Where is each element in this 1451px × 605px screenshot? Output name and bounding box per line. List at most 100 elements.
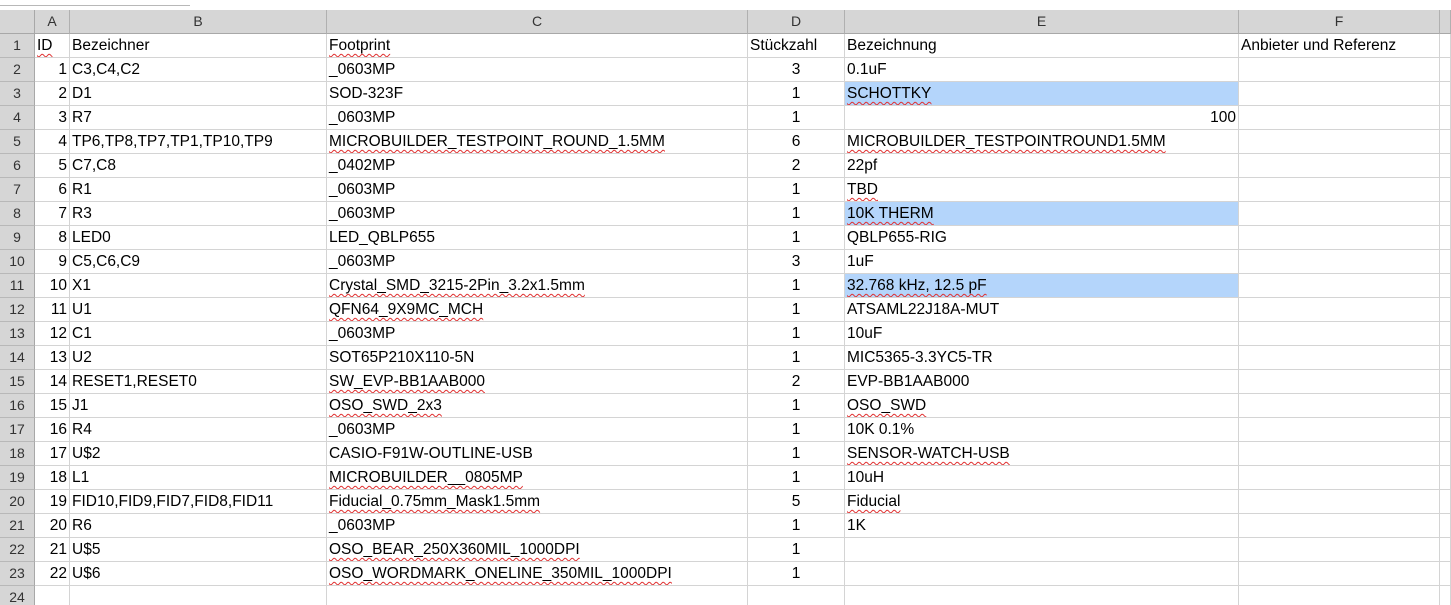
cell-e[interactable]: SCHOTTKY — [845, 82, 1239, 106]
row-header[interactable]: 14 — [0, 346, 35, 370]
cell-a[interactable]: 9 — [35, 250, 70, 274]
row-header[interactable]: 1 — [0, 34, 35, 58]
cell-e[interactable]: 1uF — [845, 250, 1239, 274]
cell-d[interactable]: 1 — [748, 202, 845, 226]
cell-g[interactable] — [1440, 130, 1451, 154]
cell-d[interactable]: 1 — [748, 346, 845, 370]
cell-g[interactable] — [1440, 418, 1451, 442]
column-header-a[interactable]: A — [35, 10, 70, 34]
cell-a[interactable]: 10 — [35, 274, 70, 298]
cell-f[interactable] — [1239, 154, 1440, 178]
cell-a[interactable]: 12 — [35, 322, 70, 346]
cell-a[interactable]: 14 — [35, 370, 70, 394]
cell-a[interactable]: 3 — [35, 106, 70, 130]
cell-a[interactable]: 2 — [35, 82, 70, 106]
cell-d[interactable] — [748, 586, 845, 605]
row-header[interactable]: 15 — [0, 370, 35, 394]
cell-g[interactable] — [1440, 490, 1451, 514]
cell-c[interactable]: LED_QBLP655 — [327, 226, 748, 250]
cell-e[interactable]: ATSAML22J18A-MUT — [845, 298, 1239, 322]
cell-d[interactable]: 3 — [748, 250, 845, 274]
cell-a[interactable]: 1 — [35, 58, 70, 82]
row-header[interactable]: 3 — [0, 82, 35, 106]
cell-d[interactable]: 1 — [748, 418, 845, 442]
row-header[interactable]: 6 — [0, 154, 35, 178]
column-header-d[interactable]: D — [748, 10, 845, 34]
cell-d[interactable]: 1 — [748, 226, 845, 250]
cell-b[interactable]: C7,C8 — [70, 154, 327, 178]
cell-g[interactable] — [1440, 274, 1451, 298]
cell-g[interactable] — [1440, 154, 1451, 178]
cell-c[interactable]: MICROBUILDER__0805MP — [327, 466, 748, 490]
cell-g[interactable] — [1440, 226, 1451, 250]
cell-c[interactable]: CASIO-F91W-OUTLINE-USB — [327, 442, 748, 466]
cell-b[interactable]: TP6,TP8,TP7,TP1,TP10,TP9 — [70, 130, 327, 154]
cell-a[interactable]: 16 — [35, 418, 70, 442]
cell-e[interactable]: 10uH — [845, 466, 1239, 490]
cell-c[interactable]: _0603MP — [327, 418, 748, 442]
cell-e[interactable]: MICROBUILDER_TESTPOINTROUND1.5MM — [845, 130, 1239, 154]
cell-g[interactable] — [1440, 82, 1451, 106]
cell-g[interactable] — [1440, 346, 1451, 370]
cell-a[interactable]: 11 — [35, 298, 70, 322]
cell-f[interactable] — [1239, 466, 1440, 490]
cell-f[interactable] — [1239, 274, 1440, 298]
cell-c[interactable]: Footprint — [327, 34, 748, 58]
cell-b[interactable]: C5,C6,C9 — [70, 250, 327, 274]
row-header[interactable]: 23 — [0, 562, 35, 586]
cell-e[interactable]: 10K THERM — [845, 202, 1239, 226]
cell-c[interactable]: SOT65P210X110-5N — [327, 346, 748, 370]
cell-c[interactable]: OSO_SWD_2x3 — [327, 394, 748, 418]
cell-b[interactable]: LED0 — [70, 226, 327, 250]
cell-g[interactable] — [1440, 106, 1451, 130]
cell-c[interactable]: MICROBUILDER_TESTPOINT_ROUND_1.5MM — [327, 130, 748, 154]
cell-a[interactable]: 22 — [35, 562, 70, 586]
row-header[interactable]: 9 — [0, 226, 35, 250]
cell-f[interactable] — [1239, 226, 1440, 250]
cell-a[interactable]: 7 — [35, 202, 70, 226]
column-header-e[interactable]: E — [845, 10, 1239, 34]
cell-d[interactable]: 6 — [748, 130, 845, 154]
cell-f[interactable] — [1239, 58, 1440, 82]
cell-f[interactable] — [1239, 130, 1440, 154]
cell-d[interactable]: 2 — [748, 370, 845, 394]
cell-g[interactable] — [1440, 58, 1451, 82]
cell-a[interactable]: 21 — [35, 538, 70, 562]
cell-d[interactable]: 3 — [748, 58, 845, 82]
cell-f[interactable] — [1239, 418, 1440, 442]
cell-b[interactable]: U$2 — [70, 442, 327, 466]
cell-e[interactable]: 0.1uF — [845, 58, 1239, 82]
cell-c[interactable]: _0603MP — [327, 58, 748, 82]
cell-b[interactable]: U2 — [70, 346, 327, 370]
row-header[interactable]: 13 — [0, 322, 35, 346]
cell-e[interactable]: 100 — [845, 106, 1239, 130]
cell-c[interactable]: _0603MP — [327, 514, 748, 538]
cell-g[interactable] — [1440, 442, 1451, 466]
cell-b[interactable]: D1 — [70, 82, 327, 106]
cell-d[interactable]: 1 — [748, 514, 845, 538]
cell-e[interactable]: MIC5365-3.3YC5-TR — [845, 346, 1239, 370]
cell-a[interactable]: ID — [35, 34, 70, 58]
cell-f[interactable] — [1239, 82, 1440, 106]
cell-b[interactable]: FID10,FID9,FID7,FID8,FID11 — [70, 490, 327, 514]
cell-d[interactable]: 1 — [748, 106, 845, 130]
cell-c[interactable]: OSO_BEAR_250X360MIL_1000DPI — [327, 538, 748, 562]
select-all-corner[interactable] — [0, 10, 35, 34]
cell-c[interactable]: Crystal_SMD_3215-2Pin_3.2x1.5mm — [327, 274, 748, 298]
cell-f[interactable] — [1239, 562, 1440, 586]
cell-f[interactable] — [1239, 370, 1440, 394]
cell-b[interactable]: R6 — [70, 514, 327, 538]
cell-e[interactable]: 32.768 kHz, 12.5 pF — [845, 274, 1239, 298]
row-header[interactable]: 18 — [0, 442, 35, 466]
row-header[interactable]: 19 — [0, 466, 35, 490]
cell-g[interactable] — [1440, 322, 1451, 346]
cell-f[interactable] — [1239, 346, 1440, 370]
cell-f[interactable] — [1239, 250, 1440, 274]
cell-d[interactable]: Stückzahl — [748, 34, 845, 58]
cell-c[interactable]: _0603MP — [327, 250, 748, 274]
cell-e[interactable]: EVP-BB1AAB000 — [845, 370, 1239, 394]
row-header[interactable]: 16 — [0, 394, 35, 418]
cell-f[interactable] — [1239, 106, 1440, 130]
cell-e[interactable]: OSO_SWD — [845, 394, 1239, 418]
cell-b[interactable]: RESET1,RESET0 — [70, 370, 327, 394]
